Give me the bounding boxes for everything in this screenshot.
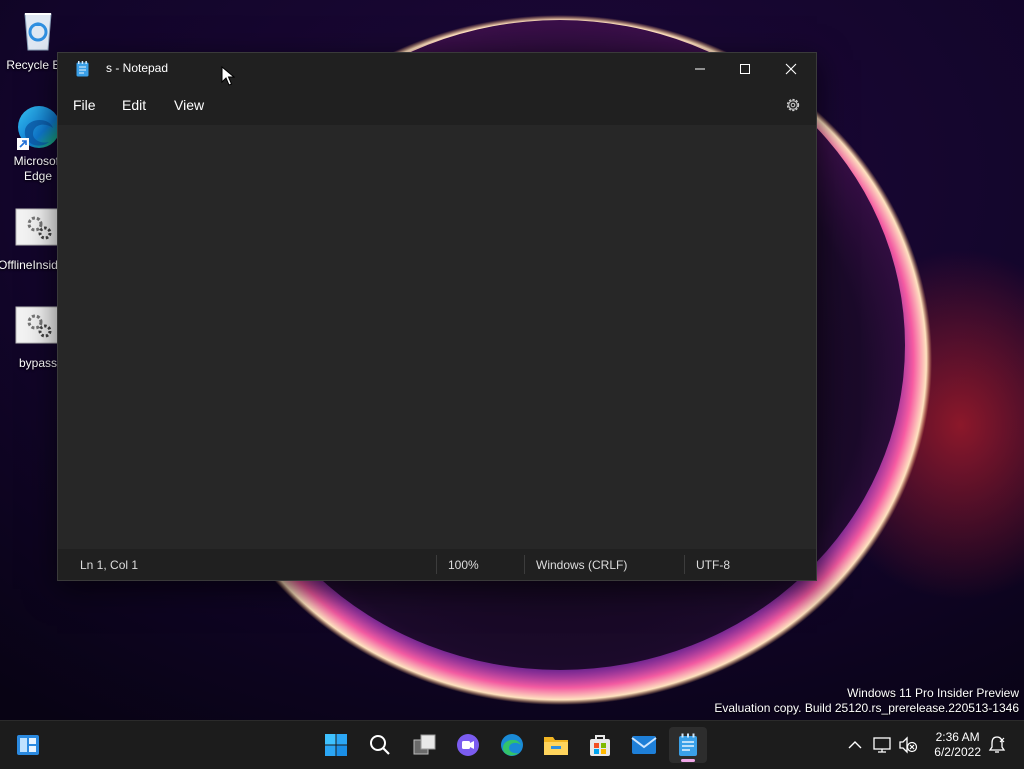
mail-icon xyxy=(631,736,657,754)
file-explorer-button[interactable] xyxy=(537,727,575,763)
notification-button[interactable] xyxy=(987,735,1007,755)
settings-shortcut-icon xyxy=(15,208,61,254)
start-button[interactable] xyxy=(317,727,355,763)
widgets-icon xyxy=(17,735,39,755)
store-icon xyxy=(590,735,610,756)
search-icon xyxy=(370,735,390,755)
status-position: Ln 1, Col 1 xyxy=(80,558,139,572)
evaluation-watermark: Windows 11 Pro Insider Preview Evaluatio… xyxy=(714,686,1019,716)
edge-icon xyxy=(501,734,523,756)
notepad-app-icon xyxy=(76,61,89,77)
notepad-icon xyxy=(679,733,697,756)
status-line-ending: Windows (CRLF) xyxy=(536,558,628,572)
minimize-button[interactable] xyxy=(677,53,723,85)
search-button[interactable] xyxy=(361,727,399,763)
menu-file[interactable]: File xyxy=(73,97,96,113)
widgets-button[interactable] xyxy=(9,727,47,763)
chat-button[interactable] xyxy=(449,727,487,763)
notepad-taskbar-button[interactable] xyxy=(669,727,707,763)
recycle-bin-icon xyxy=(15,8,61,54)
notepad-window: s - Notepad File Edit View Ln 1, Col 1 1… xyxy=(57,52,817,581)
mouse-cursor-icon xyxy=(221,66,235,86)
volume-muted-icon xyxy=(899,736,918,754)
file-explorer-icon xyxy=(544,737,568,755)
minimize-icon xyxy=(695,68,705,70)
status-encoding: UTF-8 xyxy=(696,558,730,572)
title-bar[interactable]: s - Notepad xyxy=(58,53,816,85)
status-bar: Ln 1, Col 1 100% Windows (CRLF) UTF-8 xyxy=(58,549,816,580)
volume-button[interactable] xyxy=(898,735,918,755)
settings-button[interactable] xyxy=(784,96,802,114)
network-button[interactable] xyxy=(872,735,892,755)
watermark-line-1: Windows 11 Pro Insider Preview xyxy=(847,686,1019,700)
window-title: s - Notepad xyxy=(106,61,169,75)
settings-shortcut-icon xyxy=(15,306,61,352)
notification-icon xyxy=(988,736,1006,753)
network-icon xyxy=(873,737,891,753)
chat-icon xyxy=(457,734,479,756)
maximize-button[interactable] xyxy=(722,53,768,85)
close-icon xyxy=(785,63,797,75)
edge-taskbar-button[interactable] xyxy=(493,727,531,763)
menu-view[interactable]: View xyxy=(174,97,204,113)
status-divider xyxy=(436,555,437,574)
status-divider xyxy=(524,555,525,574)
menu-edit[interactable]: Edit xyxy=(122,97,146,113)
watermark-line-2: Evaluation copy. Build 25120.rs_prerelea… xyxy=(714,701,1019,715)
chevron-up-icon xyxy=(848,741,862,749)
gear-icon xyxy=(786,98,800,112)
system-clock[interactable]: 2:36 AM 6/2/2022 xyxy=(934,730,981,760)
task-view-icon xyxy=(413,734,436,755)
close-button[interactable] xyxy=(768,53,814,85)
text-editor[interactable] xyxy=(58,125,816,549)
show-hidden-icons-button[interactable] xyxy=(845,735,865,755)
edge-icon xyxy=(15,104,61,150)
menu-bar: File Edit View xyxy=(58,85,816,125)
status-divider xyxy=(684,555,685,574)
task-view-button[interactable] xyxy=(406,727,444,763)
taskbar: 2:36 AM 6/2/2022 xyxy=(0,720,1024,769)
clock-date: 6/2/2022 xyxy=(934,745,981,759)
clock-time: 2:36 AM xyxy=(935,730,980,744)
status-zoom: 100% xyxy=(448,558,479,572)
start-icon xyxy=(325,734,347,756)
mail-button[interactable] xyxy=(625,727,663,763)
store-button[interactable] xyxy=(581,727,619,763)
maximize-icon xyxy=(740,64,750,74)
active-app-indicator xyxy=(681,759,695,762)
